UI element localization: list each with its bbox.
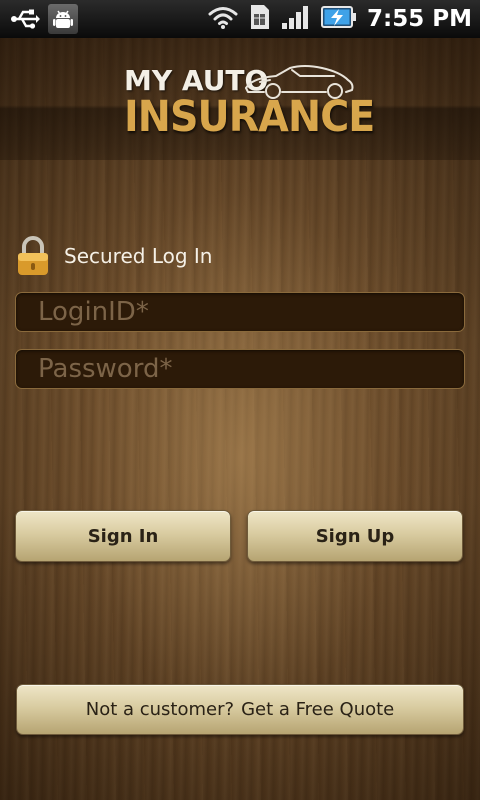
login-id-input[interactable] (16, 293, 464, 331)
lock-icon (18, 236, 48, 275)
signal-icon (281, 4, 311, 34)
wifi-icon (207, 4, 239, 34)
quote-link: Get a Free Quote (241, 699, 395, 720)
secured-login-row: Secured Log In (16, 236, 212, 276)
get-free-quote-button[interactable]: Not a customer? Get a Free Quote (16, 684, 464, 735)
sim-icon (249, 4, 271, 34)
android-debug-icon (48, 4, 78, 34)
status-bar: 7:55 PM (0, 0, 480, 38)
clock: 7:55 PM (367, 6, 472, 32)
sign-in-button[interactable]: Sign In (15, 510, 231, 562)
quote-prompt: Not a customer? (85, 699, 235, 720)
sign-up-button[interactable]: Sign Up (247, 510, 463, 562)
sign-in-label: Sign In (87, 525, 159, 547)
battery-charging-icon (321, 4, 357, 34)
sign-up-label: Sign Up (315, 525, 395, 547)
car-icon (245, 65, 354, 99)
login-id-field (15, 292, 465, 332)
password-field (15, 349, 465, 389)
app-logo: MY AUTO INSURANCE (124, 62, 375, 146)
password-input[interactable] (16, 350, 464, 388)
usb-icon (10, 4, 40, 34)
secured-login-label: Secured Log In (64, 244, 213, 268)
